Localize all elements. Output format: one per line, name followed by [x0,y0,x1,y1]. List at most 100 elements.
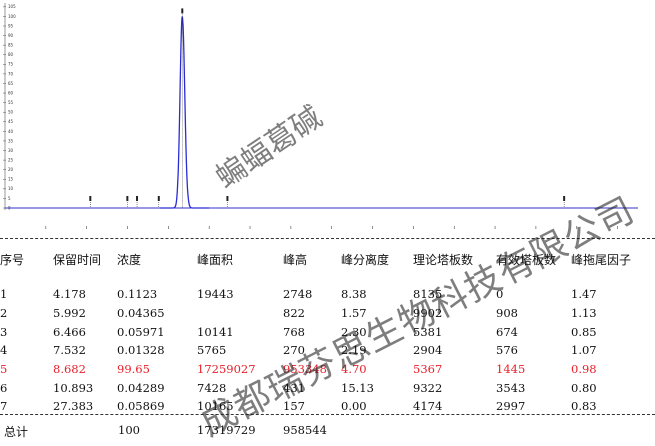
table-cell: 0.98 [571,362,597,377]
table-cell: 27.383 [53,399,94,414]
peak-markers [89,8,566,208]
table-row: 6 10.893 0.04289 7428 431 15.13 9322 3543 0.80 [0,378,655,397]
peak-trace-line [160,16,210,209]
total-concentration: 100 [118,423,140,437]
table-cell: 1.07 [571,343,597,358]
x-axis-ticks [45,226,618,229]
y-tick-label: 60 [8,90,14,95]
peak-rt-label [157,196,160,201]
peak-rt-label [181,8,184,14]
table-cell: 0.80 [571,380,597,395]
y-tick-label: 100 [8,14,16,19]
table-cell: 7428 [197,380,227,395]
table-row: 1 4.178 0.1123 19443 2748 8.38 8135 0 1.47 [0,285,655,304]
header-concentration: 浓度 [117,252,142,267]
peak-rt-label [226,196,229,201]
table-header-row: 序号 保留时间 浓度 峰面积 峰高 峰分离度 理论塔板数 有效塔板数 峰拖尾因子 [0,247,655,271]
peak-rt-label [563,196,566,201]
table-cell: 0.01328 [117,343,165,358]
table-cell: 1 [0,287,8,302]
table-cell: 0.05971 [117,324,165,339]
table-cell: 7 [0,399,8,414]
peak-rt-label [126,196,129,201]
total-area: 17319729 [197,423,256,437]
header-tailing-factor: 峰拖尾因子 [571,252,632,267]
table-cell: 0.04289 [117,380,165,395]
y-tick-label: 40 [8,129,14,134]
table-cell: 0.83 [571,399,597,414]
table-cell: 1445 [496,362,526,377]
table-cell: 270 [283,343,305,358]
y-tick-label: 85 [8,43,14,48]
y-tick-label: 105 [8,4,16,9]
table-bottom-rule [0,414,655,415]
table-cell: 157 [283,399,305,414]
y-tick-label: 10 [8,186,14,191]
table-cell: 10141 [197,324,234,339]
table-cell: 3543 [496,380,526,395]
y-tick-label: 20 [8,167,14,172]
header-theoretical-plates: 理论塔板数 [413,252,474,267]
table-cell: 6.466 [53,324,86,339]
y-tick-label: 75 [8,62,14,67]
table-cell: 0 [496,287,504,302]
table-cell: 3 [0,324,8,339]
table-cell: 10.893 [53,380,94,395]
table-cell: 4 [0,343,8,358]
table-row: 4 7.532 0.01328 5765 270 2.19 2904 576 1.07 [0,341,655,360]
table-cell: 99.65 [117,362,150,377]
chromatogram-trace [5,16,638,209]
table-cell: 8135 [413,287,443,302]
table-cell: 5367 [413,362,443,377]
table-row: 7 27.383 0.05869 10165 157 0.00 4174 2997 0.83 [0,397,655,416]
total-height: 958544 [283,423,327,437]
peak-table: 序号 保留时间 浓度 峰面积 峰高 峰分离度 理论塔板数 有效塔板数 峰拖尾因子… [0,247,655,416]
peak-rt-label [136,196,139,201]
table-cell: 17259027 [197,362,256,377]
total-row: 总计 100 17319729 958544 [0,421,655,441]
header-resolution: 峰分离度 [341,252,390,267]
table-cell: 9322 [413,380,443,395]
y-tick-label: 90 [8,33,14,38]
header-effective-plates: 有效塔板数 [496,252,557,267]
table-cell: 0.00 [341,399,367,414]
y-tick-label: 50 [8,110,14,115]
table-cell: 5765 [197,343,227,358]
table-cell: 0.85 [571,324,597,339]
table-top-rule [0,238,655,239]
table-cell: 576 [496,343,518,358]
table-cell: 1.47 [571,287,597,302]
table-spacer [0,271,655,285]
y-tick-label: 55 [8,100,14,105]
table-cell: 1.57 [341,306,367,321]
table-cell: 2997 [496,399,526,414]
y-tick-label: 5 [8,196,11,201]
y-tick-label: 25 [8,158,14,163]
table-cell: 822 [283,306,305,321]
y-tick-label: 65 [8,81,14,86]
table-row: 2 5.992 0.04365 822 1.57 9902 908 1.13 [0,304,655,323]
table-cell: 2904 [413,343,443,358]
table-cell: 5.992 [53,306,86,321]
table-row: 3 6.466 0.05971 10141 768 2.30 5381 674 0.85 [0,322,655,341]
table-cell: 768 [283,324,305,339]
table-cell: 953348 [283,362,327,377]
table-cell: 1.13 [571,306,597,321]
table-cell: 2.30 [341,324,367,339]
y-tick-label: 35 [8,138,14,143]
table-cell: 19443 [197,287,234,302]
table-cell: 6 [0,380,8,395]
table-cell: 7.532 [53,343,86,358]
table-cell: 2748 [283,287,313,302]
table-row: 5 8.682 99.65 17259027 953348 4.70 5367 1445 0.9… [0,360,655,379]
table-cell: 0.05869 [117,399,165,414]
table-cell: 0.04365 [117,306,165,321]
table-cell: 908 [496,306,518,321]
table-cell [197,304,283,323]
table-cell: 0.1123 [117,287,158,302]
y-tick-label: 15 [8,177,14,182]
table-cell: 4.178 [53,287,86,302]
table-cell: 15.13 [341,380,374,395]
y-tick-label: 80 [8,52,14,57]
total-label: 总计 [4,425,29,439]
